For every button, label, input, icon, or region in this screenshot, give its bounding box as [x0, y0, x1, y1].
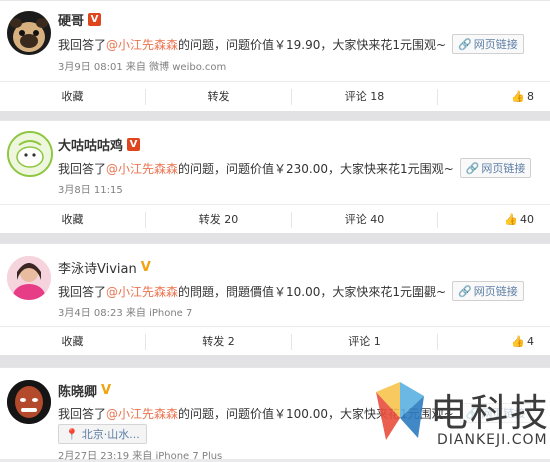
- post-text: 我回答了 @小江先森森 的問題，問題價值￥10.00，大家快來花1元圍觀~ 🔗 …: [58, 281, 524, 301]
- favorite-button[interactable]: 收藏: [0, 334, 146, 350]
- like-button[interactable]: 👍 40: [438, 212, 550, 228]
- user-name-text[interactable]: 陈晓卿: [58, 381, 97, 400]
- watermark-brand: 电科技: [430, 391, 550, 435]
- repost-button[interactable]: 转发 20: [146, 212, 292, 228]
- web-link-button[interactable]: 🔗 网页链接: [452, 281, 524, 301]
- watermark-logo-icon: [376, 382, 424, 440]
- location-label: 北京·山水...: [81, 428, 140, 441]
- post-text-suffix: 的问题，问题价值￥19.90，大家快来花1元围观~: [178, 37, 447, 52]
- repost-button[interactable]: 转发: [146, 89, 292, 105]
- post-meta: 3月8日 11:15: [58, 185, 123, 196]
- post-text: 我回答了 @小江先森森 的问题，问题价值￥19.90，大家快来花1元围观~ 🔗 …: [58, 34, 524, 54]
- web-link-label: 网页链接: [473, 38, 518, 51]
- weibo-post: 李泳诗Vivian V 我回答了 @小江先森森 的問題，問題價值￥10.00，大…: [0, 243, 550, 356]
- user-name[interactable]: 李泳诗Vivian V: [58, 258, 151, 277]
- thumbs-up-icon: 👍: [511, 335, 525, 348]
- location-tag[interactable]: 📍 北京·山水...: [58, 424, 147, 444]
- repost-button[interactable]: 转发 2: [146, 334, 292, 350]
- mention-link[interactable]: @小江先森森: [106, 283, 178, 300]
- post-text-suffix: 的問題，問題價值￥10.00，大家快來花1元圍觀~: [178, 284, 447, 299]
- favorite-button[interactable]: 收藏: [0, 89, 146, 105]
- post-text-prefix: 我回答了: [58, 161, 107, 176]
- mention-link[interactable]: @小江先森森: [106, 160, 178, 177]
- link-icon: 🔗: [458, 37, 472, 51]
- post-meta: 3月4日 08:23 来自 iPhone 7: [58, 308, 193, 319]
- like-button[interactable]: 👍 8: [438, 89, 550, 105]
- thumbs-up-icon: 👍: [511, 90, 525, 103]
- web-link-button[interactable]: 🔗 网页链接: [459, 158, 532, 178]
- web-link-button[interactable]: 🔗 网页链接: [452, 34, 524, 54]
- user-name[interactable]: 硬哥 V: [58, 10, 102, 29]
- user-name-text[interactable]: 硬哥: [58, 10, 84, 29]
- comment-button[interactable]: 评论 1: [292, 334, 438, 350]
- post-text-prefix: 我回答了: [58, 406, 107, 421]
- user-name-text[interactable]: 李泳诗Vivian: [58, 258, 137, 277]
- link-icon: 🔗: [458, 284, 472, 298]
- web-link-label: 网页链接: [473, 285, 518, 298]
- post-divider: [0, 233, 550, 243]
- comment-button[interactable]: 评论 40: [292, 212, 438, 228]
- mention-link[interactable]: @小江先森森: [106, 36, 178, 53]
- post-text-suffix: 的问题，问题价值￥230.00，大家快来花1元围观~: [178, 161, 454, 176]
- like-count: 40: [520, 213, 534, 226]
- post-text: 我回答了 @小江先森森 的问题，问题价值￥230.00，大家快来花1元围观~ 🔗…: [58, 158, 532, 178]
- post-meta: 3月9日 08:01 来自 微博 weibo.com: [58, 62, 227, 73]
- watermark: 电科技 DIANKEJI.COM: [372, 378, 550, 458]
- watermark-url: DIANKEJI.COM: [437, 432, 548, 448]
- thumbs-up-icon: 👍: [504, 213, 518, 226]
- web-link-label: 网页链接: [481, 162, 526, 175]
- post-divider: [0, 111, 550, 120]
- post-text-prefix: 我回答了: [58, 37, 107, 52]
- location-pin-icon: 📍: [65, 427, 79, 441]
- post-text-prefix: 我回答了: [58, 284, 107, 299]
- favorite-button[interactable]: 收藏: [0, 212, 146, 228]
- verified-badge-icon: V: [101, 383, 112, 398]
- link-icon: 🔗: [465, 161, 480, 175]
- action-bar: 收藏 转发 评论 18 👍 8: [0, 81, 550, 112]
- user-name[interactable]: 陈晓卿 V: [58, 381, 111, 400]
- verified-badge-icon: V: [140, 260, 151, 275]
- action-bar: 收藏 转发 20 评论 40 👍 40: [0, 204, 550, 235]
- like-count: 8: [527, 90, 534, 103]
- post-meta: 2月27日 23:19 来自 iPhone 7 Plus: [58, 451, 223, 462]
- verified-badge-icon: V: [127, 138, 141, 151]
- avatar[interactable]: [7, 131, 53, 177]
- action-bar: 收藏 转发 2 评论 1 👍 4: [0, 326, 550, 357]
- comment-button[interactable]: 评论 18: [292, 89, 438, 105]
- verified-badge-icon: V: [88, 13, 102, 26]
- post-divider: [0, 355, 550, 367]
- like-button[interactable]: 👍 4: [438, 334, 550, 350]
- avatar[interactable]: [7, 11, 51, 55]
- user-name-text[interactable]: 大咕咕咕鸡: [58, 135, 123, 154]
- weibo-post: 大咕咕咕鸡 V 我回答了 @小江先森森 的问题，问题价值￥230.00，大家快来…: [0, 120, 550, 234]
- avatar[interactable]: [7, 256, 51, 300]
- mention-link[interactable]: @小江先森森: [106, 405, 178, 422]
- avatar[interactable]: [7, 380, 51, 424]
- like-count: 4: [527, 335, 534, 348]
- user-name[interactable]: 大咕咕咕鸡 V: [58, 135, 141, 154]
- weibo-post: 硬哥 V 我回答了 @小江先森森 的问题，问题价值￥19.90，大家快来花1元围…: [0, 0, 550, 112]
